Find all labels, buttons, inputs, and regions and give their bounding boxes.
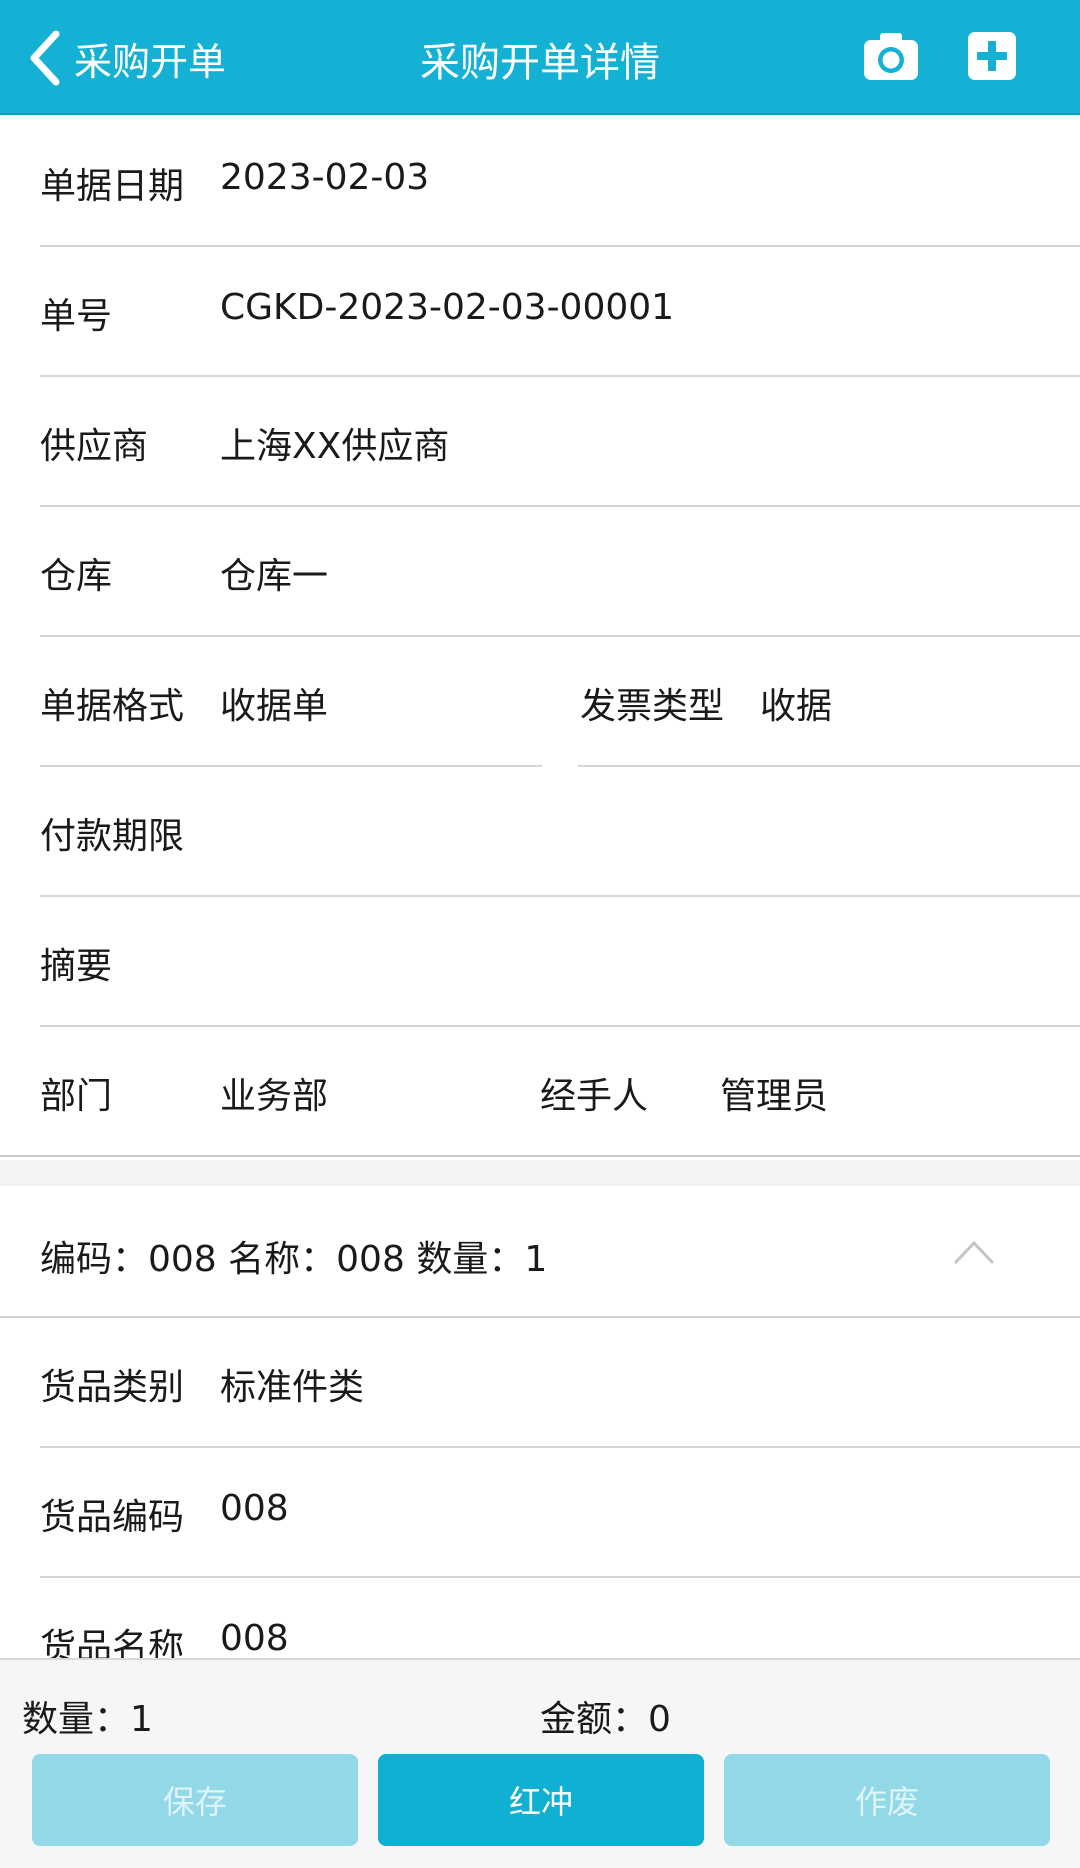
amount-total: 金额：0 — [540, 1699, 671, 1740]
number-value: CGKD-2023-02-03-00001 — [220, 287, 675, 328]
field-label: 单据格式 — [40, 686, 185, 727]
field-label: 发票类型 — [580, 686, 725, 727]
field-label: 货品名称 — [40, 1627, 185, 1658]
quantity-total: 数量：1 — [22, 1699, 153, 1740]
field-warehouse[interactable]: 仓库 仓库一 — [0, 507, 1080, 637]
field-department-handler: 部门 业务部 经手人 管理员 — [0, 1027, 1080, 1157]
handler-value[interactable]: 管理员 — [720, 1067, 828, 1119]
field-format-invoice: 单据格式 收据单 发票类型 收据 — [0, 637, 1080, 767]
warehouse-value: 仓库一 — [220, 556, 329, 597]
field-supplier[interactable]: 供应商 上海XX供应商 — [0, 377, 1080, 507]
field-label: 单号 — [40, 296, 113, 337]
item-details[interactable]: 货品类别 标准件类 货品编码 008 货品名称 008 — [0, 1318, 1080, 1658]
item-summary-text: 编码：008 名称：008 数量：1 — [40, 1239, 548, 1280]
save-button[interactable]: 保存 — [32, 1754, 358, 1846]
chevron-left-icon — [30, 30, 60, 86]
divider — [0, 1155, 1080, 1157]
field-date[interactable]: 单据日期 2023-02-03 — [0, 117, 1080, 247]
field-payment-term[interactable]: 付款期限 — [0, 767, 1080, 897]
format-value[interactable]: 收据单 — [220, 677, 328, 729]
back-button[interactable]: 采购开单 — [28, 26, 226, 90]
reverse-button[interactable]: 红冲 — [378, 1754, 704, 1846]
add-icon[interactable] — [966, 30, 1018, 82]
field-item-name[interactable]: 货品名称 008 — [0, 1578, 1080, 1658]
field-label: 供应商 — [40, 426, 149, 467]
date-value: 2023-02-03 — [220, 157, 430, 198]
field-label: 仓库 — [40, 556, 113, 597]
void-button[interactable]: 作废 — [724, 1754, 1050, 1846]
chevron-up-icon[interactable] — [952, 1238, 996, 1266]
back-label: 采购开单 — [74, 39, 227, 84]
name-value: 008 — [220, 1618, 289, 1658]
field-label: 单据日期 — [40, 166, 185, 207]
supplier-value: 上海XX供应商 — [220, 426, 450, 467]
category-value: 标准件类 — [220, 1367, 365, 1408]
field-summary[interactable]: 摘要 — [0, 897, 1080, 1027]
code-value: 008 — [220, 1488, 289, 1529]
field-label: 部门 — [40, 1076, 113, 1117]
field-item-code[interactable]: 货品编码 008 — [0, 1448, 1080, 1578]
field-label: 经手人 — [540, 1076, 649, 1117]
camera-icon[interactable] — [862, 30, 920, 82]
nav-bar: 采购开单 采购开单详情 — [0, 0, 1080, 115]
field-label: 摘要 — [40, 946, 113, 987]
department-value[interactable]: 业务部 — [220, 1067, 328, 1119]
field-number[interactable]: 单号 CGKD-2023-02-03-00001 — [0, 247, 1080, 377]
item-summary-header[interactable]: 编码：008 名称：008 数量：1 — [0, 1186, 1080, 1318]
field-item-category[interactable]: 货品类别 标准件类 — [0, 1318, 1080, 1448]
bottom-bar: 数量：1 金额：0 保存 红冲 作废 — [0, 1658, 1080, 1868]
field-label: 付款期限 — [40, 816, 185, 857]
field-label: 货品编码 — [40, 1497, 185, 1538]
order-form: 单据日期 2023-02-03 单号 CGKD-2023-02-03-00001… — [0, 117, 1080, 1157]
section-gap — [0, 1160, 1080, 1186]
invoice-type-value[interactable]: 收据 — [760, 677, 832, 729]
field-label: 货品类别 — [40, 1367, 185, 1408]
app-screen: 采购开单 采购开单详情 单据日期 2023-02-03 单号 CGKD-2023… — [0, 0, 1080, 1868]
